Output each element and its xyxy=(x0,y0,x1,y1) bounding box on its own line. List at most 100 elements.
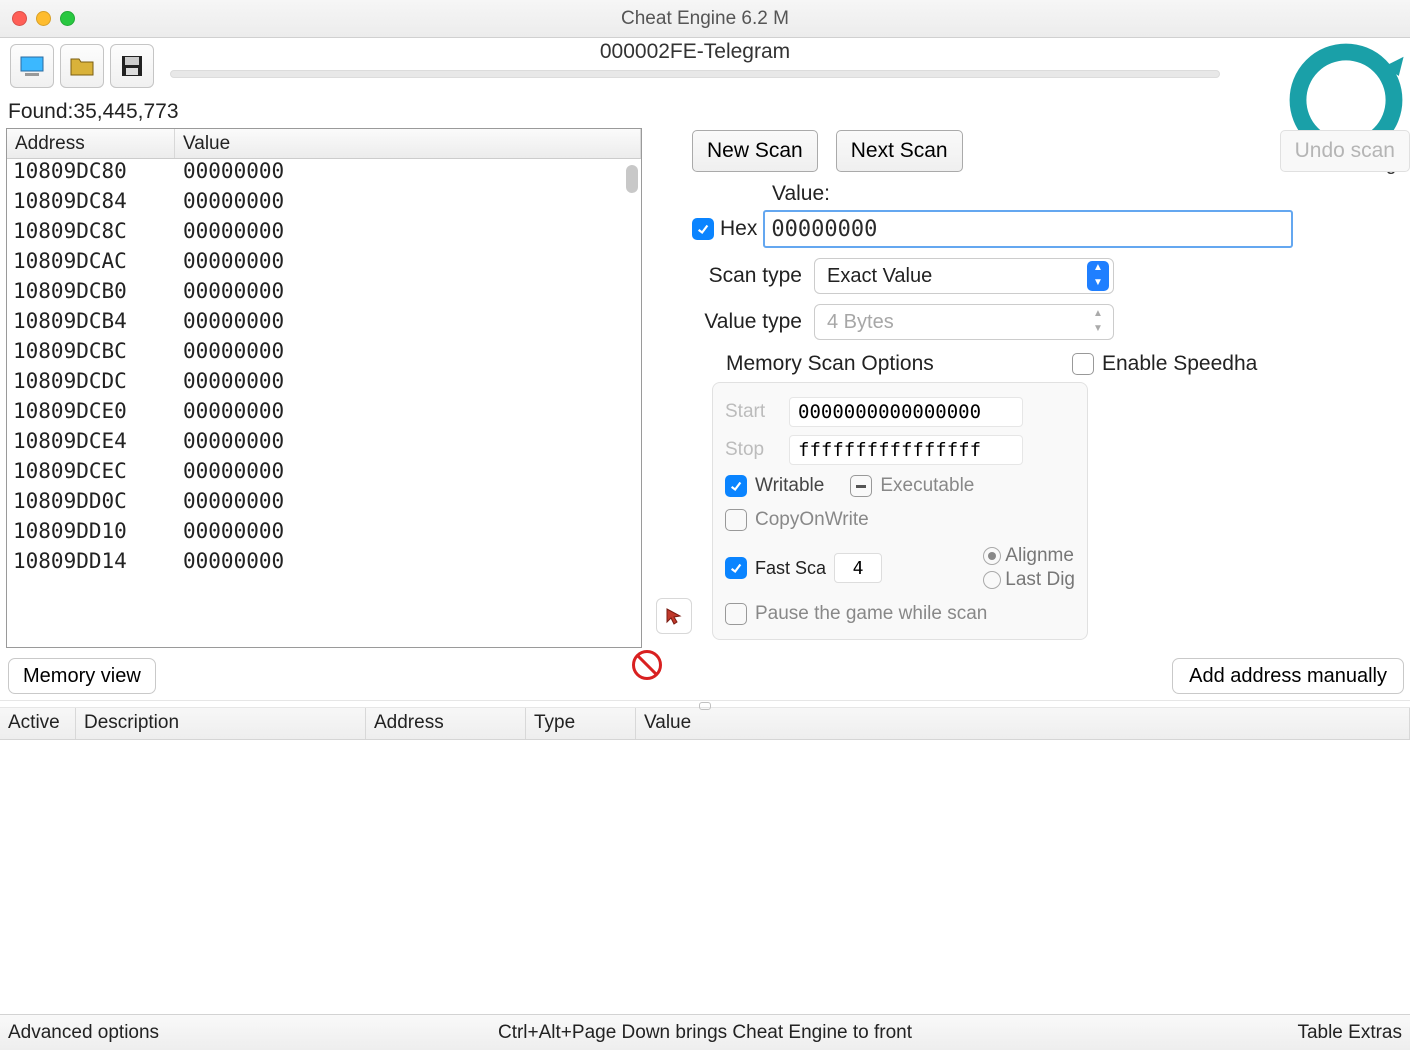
col-value[interactable]: Value xyxy=(175,129,641,158)
memory-view-button[interactable]: Memory view xyxy=(8,658,156,694)
stop-input[interactable] xyxy=(789,435,1023,465)
cheat-table-header: Active Description Address Type Value xyxy=(0,708,1410,740)
save-button[interactable] xyxy=(110,44,154,88)
col-address[interactable]: Address xyxy=(366,708,526,739)
results-row[interactable]: 10809DCDC00000000 xyxy=(7,369,641,399)
results-row[interactable]: 10809DD0C00000000 xyxy=(7,489,641,519)
value-label: Value: xyxy=(772,182,1410,206)
results-row[interactable]: 10809DCBC00000000 xyxy=(7,339,641,369)
memory-scan-options: Start Stop Writable Executable CopyOn xyxy=(712,382,1088,640)
copyonwrite-label: CopyOnWrite xyxy=(755,509,869,531)
cell-value: 00000000 xyxy=(175,309,284,339)
executable-checkbox[interactable] xyxy=(850,475,872,497)
undo-scan-button[interactable]: Undo scan xyxy=(1280,130,1410,172)
cell-value: 00000000 xyxy=(175,519,284,549)
cell-value: 00000000 xyxy=(175,489,284,519)
results-list[interactable]: Address Value 10809DC800000000010809DC84… xyxy=(6,128,642,648)
copyonwrite-checkbox[interactable] xyxy=(725,509,747,531)
status-bar: Advanced options Ctrl+Alt+Page Down brin… xyxy=(0,1014,1410,1050)
cheat-table-body[interactable] xyxy=(0,740,1410,940)
results-row[interactable]: 10809DD1000000000 xyxy=(7,519,641,549)
cell-address: 10809DCE4 xyxy=(7,429,175,459)
cell-value: 00000000 xyxy=(175,339,284,369)
fast-scan-input[interactable] xyxy=(834,553,882,583)
cursor-arrow-icon xyxy=(665,607,683,625)
results-header: Address Value xyxy=(7,129,641,159)
scan-type-label: Scan type xyxy=(692,264,802,288)
results-row[interactable]: 10809DCB000000000 xyxy=(7,279,641,309)
results-row[interactable]: 10809DCB400000000 xyxy=(7,309,641,339)
folder-open-icon xyxy=(69,55,95,77)
col-address[interactable]: Address xyxy=(7,129,175,158)
value-type-label: Value type xyxy=(692,310,802,334)
open-process-button[interactable] xyxy=(10,44,54,88)
add-address-button[interactable]: Add address manually xyxy=(1172,658,1404,694)
scrollbar-thumb[interactable] xyxy=(626,165,638,193)
cell-value: 00000000 xyxy=(175,369,284,399)
cell-address: 10809DC80 xyxy=(7,159,175,189)
pointer-tool-button[interactable] xyxy=(656,598,692,634)
pause-label: Pause the game while scan xyxy=(755,603,987,625)
col-active[interactable]: Active xyxy=(0,708,76,739)
titlebar: Cheat Engine 6.2 M xyxy=(0,0,1410,38)
results-row[interactable]: 10809DD1400000000 xyxy=(7,549,641,579)
scan-type-select[interactable]: Exact Value ▲▼ xyxy=(814,258,1114,294)
col-description[interactable]: Description xyxy=(76,708,366,739)
value-type-value: 4 Bytes xyxy=(827,311,894,334)
floppy-disk-icon xyxy=(120,54,144,78)
check-icon xyxy=(729,561,743,575)
main-split: Address Value 10809DC800000000010809DC84… xyxy=(0,128,1410,648)
cell-value: 00000000 xyxy=(175,219,284,249)
results-row[interactable]: 10809DCAC00000000 xyxy=(7,249,641,279)
results-row[interactable]: 10809DC8C00000000 xyxy=(7,219,641,249)
stop-label: Stop xyxy=(725,439,779,461)
cell-value: 00000000 xyxy=(175,399,284,429)
last-digits-radio[interactable] xyxy=(983,571,1001,589)
reset-icon[interactable] xyxy=(632,650,662,680)
value-input[interactable] xyxy=(763,210,1293,248)
pause-checkbox[interactable] xyxy=(725,603,747,625)
results-row[interactable]: 10809DC8000000000 xyxy=(7,159,641,189)
next-scan-button[interactable]: Next Scan xyxy=(836,130,963,172)
progress-bar xyxy=(170,70,1220,78)
cell-address: 10809DCB0 xyxy=(7,279,175,309)
results-row[interactable]: 10809DCEC00000000 xyxy=(7,459,641,489)
computer-icon xyxy=(19,55,45,77)
top-row: 000002FE-Telegram Cheat Engine Settings xyxy=(0,38,1410,94)
fast-scan-checkbox[interactable] xyxy=(725,557,747,579)
results-body[interactable]: 10809DC800000000010809DC840000000010809D… xyxy=(7,159,641,647)
check-icon xyxy=(696,222,710,236)
cell-address: 10809DD14 xyxy=(7,549,175,579)
speedhack-checkbox[interactable] xyxy=(1072,353,1094,375)
results-row[interactable]: 10809DC8400000000 xyxy=(7,189,641,219)
hotkey-hint: Ctrl+Alt+Page Down brings Cheat Engine t… xyxy=(0,1022,1410,1044)
found-prefix: Found: xyxy=(8,100,73,123)
select-stepper-icon: ▲▼ xyxy=(1087,261,1109,291)
cell-address: 10809DCAC xyxy=(7,249,175,279)
hex-label: Hex xyxy=(720,217,757,241)
results-row[interactable]: 10809DCE400000000 xyxy=(7,429,641,459)
results-row[interactable]: 10809DCE000000000 xyxy=(7,399,641,429)
open-file-button[interactable] xyxy=(60,44,104,88)
scan-panel: New Scan Next Scan Undo scan Value: Hex … xyxy=(642,128,1410,648)
hex-checkbox[interactable] xyxy=(692,218,714,240)
cell-value: 00000000 xyxy=(175,189,284,219)
found-count: Found:35,445,773 xyxy=(8,100,1410,124)
col-type[interactable]: Type xyxy=(526,708,636,739)
value-type-select[interactable]: 4 Bytes ▲▼ xyxy=(814,304,1114,340)
last-digits-label: Last Dig xyxy=(1005,569,1075,590)
cheat-engine-logo[interactable]: Cheat Engine xyxy=(1286,40,1406,140)
alignment-radio[interactable] xyxy=(983,547,1001,565)
splitter[interactable] xyxy=(0,700,1410,708)
writable-checkbox[interactable] xyxy=(725,475,747,497)
new-scan-button[interactable]: New Scan xyxy=(692,130,818,172)
cell-address: 10809DCB4 xyxy=(7,309,175,339)
alignment-label: Alignme xyxy=(1005,545,1074,566)
cell-address: 10809DCEC xyxy=(7,459,175,489)
speedhack-label: Enable Speedha xyxy=(1102,352,1257,376)
col-value[interactable]: Value xyxy=(636,708,1410,739)
cell-value: 00000000 xyxy=(175,279,284,309)
cell-address: 10809DD0C xyxy=(7,489,175,519)
found-number: 35,445,773 xyxy=(73,100,178,123)
start-input[interactable] xyxy=(789,397,1023,427)
